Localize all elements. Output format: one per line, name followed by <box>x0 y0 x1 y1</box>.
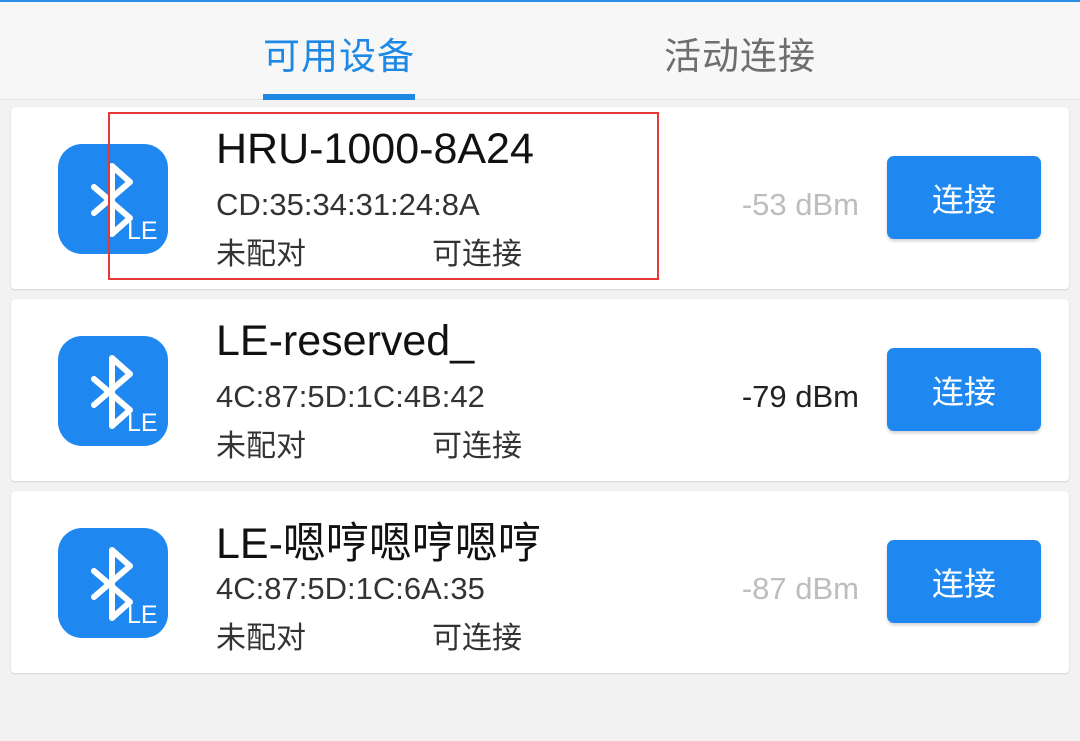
device-address: 4C:87:5D:1C:4B:42 <box>216 379 485 414</box>
bluetooth-le-icon: LE <box>58 528 168 638</box>
bluetooth-le-icon: LE <box>58 336 168 446</box>
tab-bar: 可用设备 活动连接 <box>0 2 1080 100</box>
device-name: LE-嗯哼嗯哼嗯哼 <box>216 520 541 568</box>
tab-available-devices[interactable]: 可用设备 <box>263 26 415 80</box>
device-card[interactable]: LE LE-reserved_ 4C:87:5D:1C:4B:42 未配对 可连… <box>11 299 1069 481</box>
le-badge: LE <box>127 409 158 437</box>
device-card[interactable]: LE LE-嗯哼嗯哼嗯哼 4C:87:5D:1C:6A:35 未配对 可连接 -… <box>11 491 1069 673</box>
device-address: 4C:87:5D:1C:6A:35 <box>216 571 485 606</box>
active-tab-indicator <box>263 94 415 100</box>
signal-strength: -87 dBm <box>741 571 859 606</box>
signal-strength: -53 dBm <box>741 187 859 222</box>
pair-status: 未配对 <box>216 621 306 656</box>
connect-button[interactable]: 连接 <box>887 540 1041 623</box>
tab-active-connections[interactable]: 活动连接 <box>664 26 816 80</box>
pair-status: 未配对 <box>216 429 306 464</box>
le-badge: LE <box>127 601 158 629</box>
signal-strength: -79 dBm <box>741 379 859 414</box>
connect-status: 可连接 <box>432 621 522 656</box>
connect-button[interactable]: 连接 <box>887 348 1041 431</box>
connect-status: 可连接 <box>432 429 522 464</box>
highlight-box <box>108 112 659 280</box>
connect-button[interactable]: 连接 <box>887 156 1041 239</box>
device-name: LE-reserved_ <box>216 317 475 365</box>
